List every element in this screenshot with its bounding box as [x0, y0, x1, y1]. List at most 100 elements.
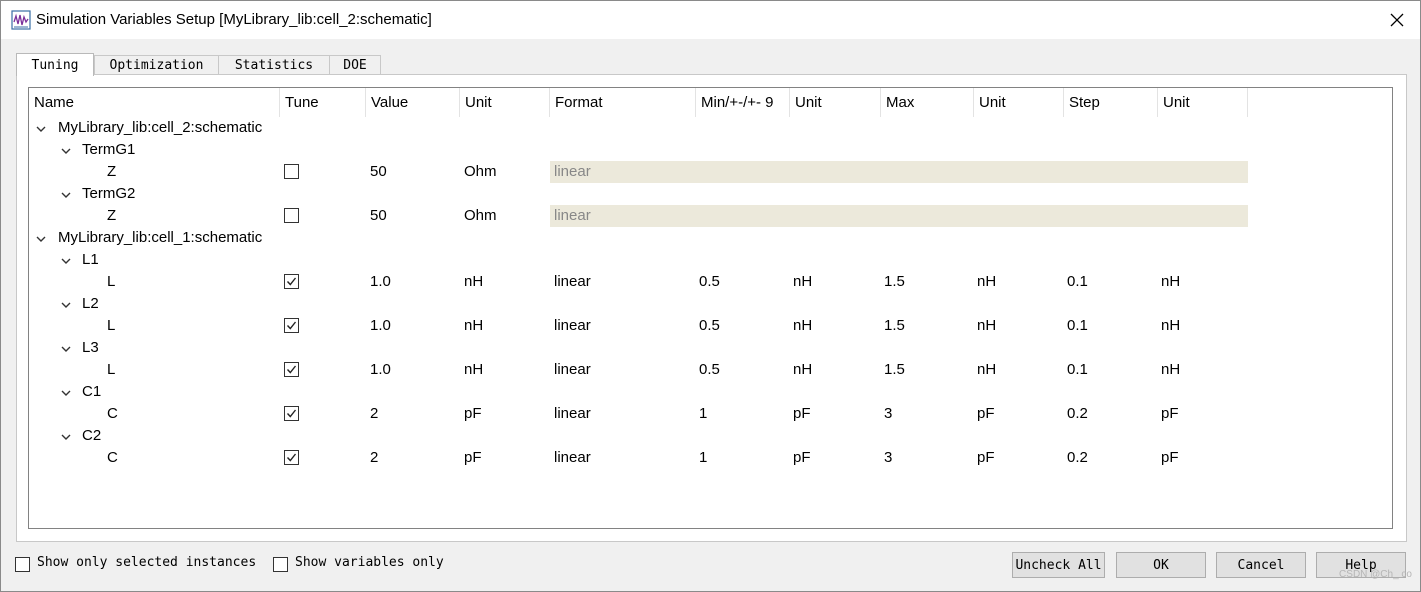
- value-field[interactable]: 50: [370, 205, 387, 227]
- tab-optimization[interactable]: Optimization: [94, 55, 219, 75]
- min-field[interactable]: 0.5: [699, 315, 720, 337]
- max-field[interactable]: 3: [884, 447, 892, 469]
- value-field[interactable]: 50: [370, 161, 387, 183]
- table-row[interactable]: L 1.0 nH linear 0.5 nH 1.5 nH 0.1 nH: [29, 359, 1392, 381]
- unit-field[interactable]: Ohm: [464, 205, 497, 227]
- max-unit-field[interactable]: nH: [977, 359, 996, 381]
- value-field[interactable]: 2: [370, 447, 378, 469]
- tune-checkbox[interactable]: [284, 406, 299, 421]
- table-row[interactable]: C 2 pF linear 1 pF 3 pF 0.2 pF: [29, 403, 1392, 425]
- tab-doe[interactable]: DOE: [329, 55, 381, 75]
- show-variables-only-label[interactable]: Show variables only: [295, 555, 444, 570]
- tune-checkbox[interactable]: [284, 362, 299, 377]
- max-unit-field[interactable]: pF: [977, 403, 995, 425]
- chevron-down-icon[interactable]: [35, 232, 47, 244]
- value-field[interactable]: 1.0: [370, 359, 391, 381]
- tab-tuning[interactable]: Tuning: [16, 53, 94, 76]
- column-header-min-unit[interactable]: Unit: [790, 88, 881, 117]
- step-unit-field[interactable]: nH: [1161, 315, 1180, 337]
- table-row[interactable]: L 1.0 nH linear 0.5 nH 1.5 nH 0.1 nH: [29, 315, 1392, 337]
- format-field[interactable]: linear: [554, 271, 591, 293]
- min-unit-field[interactable]: pF: [793, 403, 811, 425]
- step-unit-field[interactable]: nH: [1161, 271, 1180, 293]
- unit-field[interactable]: Ohm: [464, 161, 497, 183]
- chevron-down-icon[interactable]: [60, 144, 72, 156]
- max-field[interactable]: 3: [884, 403, 892, 425]
- chevron-down-icon[interactable]: [60, 430, 72, 442]
- step-unit-field[interactable]: pF: [1161, 447, 1179, 469]
- column-header-value[interactable]: Value: [366, 88, 460, 117]
- uncheck-all-button[interactable]: Uncheck All: [1012, 552, 1105, 578]
- column-header-format[interactable]: Format: [550, 88, 696, 117]
- min-field[interactable]: 1: [699, 447, 707, 469]
- value-field[interactable]: 1.0: [370, 271, 391, 293]
- tune-checkbox[interactable]: [284, 318, 299, 333]
- table-row[interactable]: Z 50 Ohm linear: [29, 205, 1392, 227]
- chevron-down-icon[interactable]: [60, 298, 72, 310]
- cancel-button[interactable]: Cancel: [1216, 552, 1306, 578]
- max-unit-field[interactable]: pF: [977, 447, 995, 469]
- table-row[interactable]: Z 50 Ohm linear: [29, 161, 1392, 183]
- tune-checkbox[interactable]: [284, 164, 299, 179]
- min-unit-field[interactable]: nH: [793, 271, 812, 293]
- show-selected-instances-checkbox[interactable]: [15, 557, 30, 572]
- column-header-min[interactable]: Min/+-/+- 9: [696, 88, 790, 117]
- column-header-unit[interactable]: Unit: [460, 88, 550, 117]
- min-field[interactable]: 1: [699, 403, 707, 425]
- format-field[interactable]: linear: [554, 315, 591, 337]
- chevron-down-icon[interactable]: [35, 122, 47, 134]
- chevron-down-icon[interactable]: [60, 254, 72, 266]
- column-header-step[interactable]: Step: [1064, 88, 1158, 117]
- max-unit-field[interactable]: nH: [977, 271, 996, 293]
- min-field[interactable]: 0.5: [699, 271, 720, 293]
- unit-field[interactable]: pF: [464, 447, 482, 469]
- unit-field[interactable]: nH: [464, 271, 483, 293]
- step-unit-field[interactable]: nH: [1161, 359, 1180, 381]
- tree-instance-node[interactable]: L2: [29, 293, 1392, 315]
- chevron-down-icon[interactable]: [60, 342, 72, 354]
- tree-instance-node[interactable]: TermG1: [29, 139, 1392, 161]
- column-header-step-unit[interactable]: Unit: [1158, 88, 1248, 117]
- close-button[interactable]: [1374, 1, 1420, 39]
- tune-checkbox[interactable]: [284, 450, 299, 465]
- value-field[interactable]: 1.0: [370, 315, 391, 337]
- max-field[interactable]: 1.5: [884, 359, 905, 381]
- step-unit-field[interactable]: pF: [1161, 403, 1179, 425]
- format-field[interactable]: linear: [554, 359, 591, 381]
- max-field[interactable]: 1.5: [884, 271, 905, 293]
- show-variables-only-checkbox[interactable]: [273, 557, 288, 572]
- tree-cell-node[interactable]: MyLibrary_lib:cell_1:schematic: [29, 227, 1392, 249]
- min-unit-field[interactable]: pF: [793, 447, 811, 469]
- step-field[interactable]: 0.1: [1067, 315, 1088, 337]
- format-field[interactable]: linear: [554, 447, 591, 469]
- column-header-max[interactable]: Max: [881, 88, 974, 117]
- tune-checkbox[interactable]: [284, 208, 299, 223]
- max-field[interactable]: 1.5: [884, 315, 905, 337]
- unit-field[interactable]: nH: [464, 359, 483, 381]
- step-field[interactable]: 0.1: [1067, 271, 1088, 293]
- step-field[interactable]: 0.2: [1067, 447, 1088, 469]
- tree-instance-node[interactable]: C2: [29, 425, 1392, 447]
- tree-cell-node[interactable]: MyLibrary_lib:cell_2:schematic: [29, 117, 1392, 139]
- table-row[interactable]: C 2 pF linear 1 pF 3 pF 0.2 pF: [29, 447, 1392, 469]
- table-row[interactable]: L 1.0 nH linear 0.5 nH 1.5 nH 0.1 nH: [29, 271, 1392, 293]
- tab-statistics[interactable]: Statistics: [218, 55, 330, 75]
- column-header-tune[interactable]: Tune: [280, 88, 366, 117]
- ok-button[interactable]: OK: [1116, 552, 1206, 578]
- max-unit-field[interactable]: nH: [977, 315, 996, 337]
- step-field[interactable]: 0.2: [1067, 403, 1088, 425]
- variables-table[interactable]: Name Tune Value Unit Format Min/+-/+- 9 …: [28, 87, 1393, 529]
- column-header-max-unit[interactable]: Unit: [974, 88, 1064, 117]
- min-field[interactable]: 0.5: [699, 359, 720, 381]
- format-field[interactable]: linear: [554, 403, 591, 425]
- value-field[interactable]: 2: [370, 403, 378, 425]
- chevron-down-icon[interactable]: [60, 386, 72, 398]
- column-header-name[interactable]: Name: [29, 88, 280, 117]
- tree-instance-node[interactable]: L3: [29, 337, 1392, 359]
- min-unit-field[interactable]: nH: [793, 315, 812, 337]
- min-unit-field[interactable]: nH: [793, 359, 812, 381]
- unit-field[interactable]: pF: [464, 403, 482, 425]
- step-field[interactable]: 0.1: [1067, 359, 1088, 381]
- show-selected-instances-label[interactable]: Show only selected instances: [37, 555, 256, 570]
- tree-instance-node[interactable]: L1: [29, 249, 1392, 271]
